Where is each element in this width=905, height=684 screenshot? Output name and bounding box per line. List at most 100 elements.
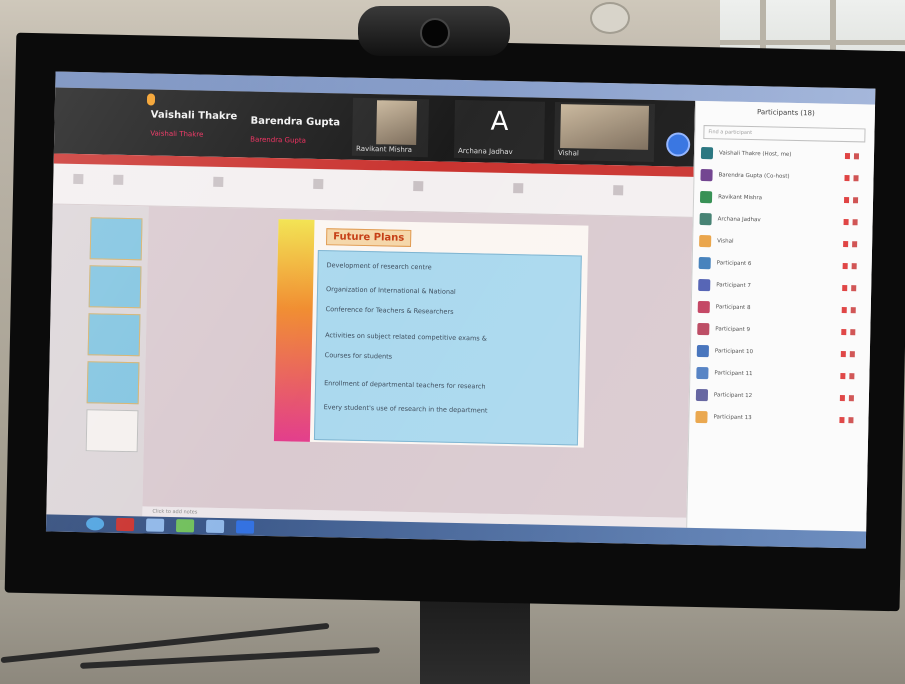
muted-icon[interactable] bbox=[839, 394, 860, 402]
muted-icon[interactable] bbox=[840, 372, 860, 380]
slide-thumbnail[interactable] bbox=[88, 265, 142, 309]
slide-decoration bbox=[273, 219, 315, 442]
microphone-icon bbox=[146, 93, 156, 106]
powerpoint-icon[interactable] bbox=[115, 517, 135, 532]
slide-bullet: Conference for Teachers & Researchers bbox=[325, 305, 454, 316]
new-slide-icon[interactable] bbox=[113, 174, 124, 185]
zoom-icon[interactable] bbox=[235, 520, 255, 534]
active-speaker-name: Vaishali Thakre bbox=[150, 109, 238, 123]
slide-thumbnail[interactable] bbox=[87, 313, 141, 357]
participant-avatar bbox=[698, 278, 711, 292]
participant-name: Participant 7 bbox=[716, 282, 752, 290]
participant-video bbox=[376, 100, 418, 146]
participants-title: Participants (18) bbox=[756, 108, 815, 118]
monitor: Vaishali Thakre Vaishali Thakre Barendra… bbox=[4, 32, 905, 612]
slide-thumbnail[interactable] bbox=[89, 217, 143, 261]
participant-avatar bbox=[696, 344, 709, 358]
participant-avatar bbox=[700, 147, 714, 160]
video-tile[interactable]: Ravikant Mishra bbox=[351, 97, 430, 158]
font-icon[interactable] bbox=[213, 176, 224, 188]
slide-bullet: Every student's use of research in the d… bbox=[323, 403, 488, 415]
shapes-icon[interactable] bbox=[413, 180, 424, 192]
tile-name: Vishal bbox=[557, 149, 579, 158]
app-icon[interactable] bbox=[205, 519, 225, 534]
participant-name: Barendra Gupta (Co-host) bbox=[718, 172, 790, 180]
slide-bullet: Enrollment of departmental teachers for … bbox=[324, 379, 486, 391]
muted-icon[interactable] bbox=[842, 284, 862, 292]
participant-name: Participant 10 bbox=[714, 348, 754, 356]
participant-row[interactable]: Participant 9 bbox=[697, 322, 865, 341]
participant-name: Ravikant Mishra bbox=[718, 194, 763, 202]
find-icon[interactable] bbox=[613, 185, 624, 196]
tile-name: Ravikant Mishra bbox=[355, 144, 413, 154]
muted-icon[interactable] bbox=[843, 197, 864, 204]
participant-avatar bbox=[698, 256, 711, 270]
slide-editor: Future Plans Development of research cen… bbox=[142, 206, 693, 518]
muted-icon[interactable] bbox=[841, 328, 861, 336]
participant-name: Participant 8 bbox=[715, 304, 751, 312]
participant-video bbox=[560, 104, 649, 150]
start-button-icon[interactable] bbox=[85, 517, 105, 531]
participant-row[interactable]: Vishal bbox=[699, 234, 867, 253]
participant-row[interactable]: Participant 12 bbox=[695, 388, 864, 407]
participant-row[interactable]: Participant 11 bbox=[696, 366, 864, 385]
wall-clock bbox=[590, 2, 630, 34]
slide-bullet: Activities on subject related competitiv… bbox=[325, 331, 487, 343]
participant-row[interactable]: Participant 13 bbox=[695, 410, 863, 429]
participant-row[interactable]: Participant 7 bbox=[698, 278, 866, 297]
explorer-icon[interactable] bbox=[145, 518, 165, 532]
video-tile[interactable]: A Archana Jadhav bbox=[453, 99, 546, 160]
slide-bullet: Development of research centre bbox=[326, 261, 432, 272]
participant-row[interactable]: Barendra Gupta (Co-host) bbox=[700, 169, 868, 187]
arrange-icon[interactable] bbox=[513, 183, 524, 194]
participant-name: Vaishali Thakre (Host, me) bbox=[718, 150, 792, 158]
participant-row[interactable]: Participant 6 bbox=[698, 256, 867, 275]
video-tile[interactable]: Vishal bbox=[553, 101, 656, 163]
muted-icon[interactable] bbox=[844, 175, 864, 182]
slide-thumbnail[interactable] bbox=[85, 409, 139, 453]
app-icon[interactable] bbox=[175, 519, 195, 533]
muted-icon[interactable] bbox=[841, 306, 862, 314]
participant-avatar bbox=[697, 322, 710, 336]
slide-title: Future Plans bbox=[325, 228, 412, 247]
muted-icon[interactable] bbox=[839, 416, 859, 424]
participant-row[interactable]: Ravikant Mishra bbox=[699, 190, 868, 209]
participant-name: Participant 11 bbox=[714, 370, 753, 378]
photo-scene: Vaishali Thakre Vaishali Thakre Barendra… bbox=[0, 0, 905, 684]
participant-avatar bbox=[695, 410, 708, 424]
slide-bullet: Courses for students bbox=[324, 351, 393, 361]
muted-icon[interactable] bbox=[840, 350, 861, 358]
participant-avatar bbox=[696, 366, 709, 380]
notes-placeholder: Click to add notes bbox=[152, 508, 198, 516]
participant-name: Vishal bbox=[717, 238, 734, 245]
muted-icon[interactable] bbox=[844, 153, 865, 160]
second-participant-name: Barendra Gupta bbox=[250, 115, 341, 129]
active-speaker-label: Vaishali Thakre bbox=[150, 129, 204, 139]
next-page-button[interactable] bbox=[665, 132, 691, 157]
muted-icon[interactable] bbox=[842, 262, 863, 270]
muted-icon[interactable] bbox=[843, 219, 864, 226]
slide-thumbnails bbox=[46, 204, 149, 517]
slide-thumbnail[interactable] bbox=[86, 361, 140, 405]
participant-name: Participant 6 bbox=[716, 260, 752, 268]
participant-row[interactable]: Participant 8 bbox=[697, 300, 866, 319]
participant-row[interactable]: Vaishali Thakre (Host, me) bbox=[700, 147, 869, 165]
muted-icon[interactable] bbox=[843, 241, 863, 248]
second-participant-label: Barendra Gupta bbox=[250, 135, 306, 145]
monitor-screen: Vaishali Thakre Vaishali Thakre Barendra… bbox=[45, 71, 876, 549]
participant-row[interactable]: Participant 10 bbox=[696, 344, 865, 363]
participant-avatar bbox=[699, 212, 712, 226]
paragraph-icon[interactable] bbox=[313, 178, 324, 190]
paste-icon[interactable] bbox=[73, 173, 84, 185]
participant-avatar bbox=[695, 388, 709, 402]
participant-avatar bbox=[699, 190, 713, 204]
current-slide[interactable]: Future Plans Development of research cen… bbox=[273, 219, 589, 448]
participant-row[interactable]: Archana Jadhav bbox=[699, 212, 867, 231]
participant-search-input[interactable]: Find a participant bbox=[703, 125, 866, 143]
participant-avatar bbox=[700, 169, 713, 182]
slide-content-box: Development of research centre Organizat… bbox=[313, 250, 582, 446]
participant-name: Participant 13 bbox=[713, 414, 752, 422]
tile-name: Archana Jadhav bbox=[457, 146, 513, 157]
participant-name: Participant 9 bbox=[715, 326, 751, 334]
participant-name: Participant 12 bbox=[713, 392, 753, 400]
